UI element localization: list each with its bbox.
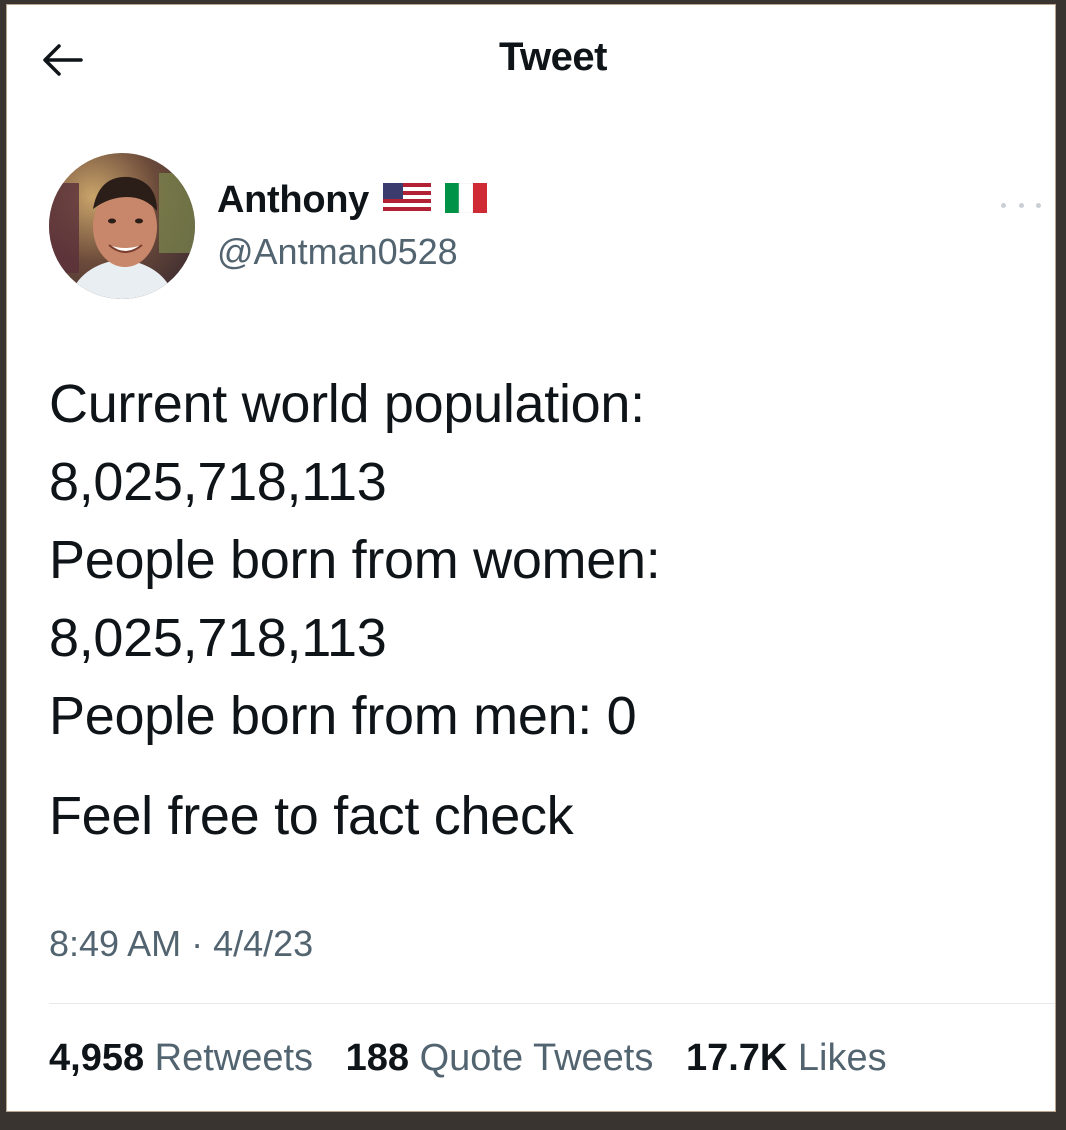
tweet-closing-line: Feel free to fact check bbox=[49, 786, 574, 846]
tweet-line: Current world population: bbox=[49, 374, 645, 434]
tweet-line: People born from women: bbox=[49, 530, 661, 590]
tweet-line: People born from men: 0 bbox=[49, 686, 637, 746]
tweet-timestamp[interactable]: 8:49 AM · 4/4/23 bbox=[49, 923, 313, 965]
more-options-button[interactable] bbox=[1001, 195, 1041, 215]
quote-tweets-label: Quote Tweets bbox=[419, 1037, 654, 1079]
photo-frame: Tweet Anthony @Antman0528 Current world … bbox=[0, 0, 1066, 1130]
retweets-label: Retweets bbox=[154, 1037, 314, 1079]
quote-tweets-stat[interactable]: 188 Quote Tweets bbox=[346, 1037, 654, 1080]
avatar[interactable] bbox=[49, 153, 195, 299]
tweet-screen: Tweet Anthony @Antman0528 Current world … bbox=[6, 4, 1056, 1112]
profile-photo bbox=[49, 153, 195, 299]
likes-stat[interactable]: 17.7K Likes bbox=[686, 1037, 887, 1080]
user-handle[interactable]: @Antman0528 bbox=[217, 231, 487, 273]
divider bbox=[49, 1003, 1055, 1004]
top-bar: Tweet bbox=[7, 5, 1055, 115]
quote-tweets-count: 188 bbox=[345, 1037, 410, 1079]
likes-count: 17.7K bbox=[685, 1037, 788, 1079]
more-dot-icon bbox=[1018, 202, 1024, 208]
more-dot-icon bbox=[1036, 202, 1041, 208]
display-name[interactable]: Anthony bbox=[217, 179, 369, 222]
tweet-body: Current world population: 8,025,718,113 … bbox=[49, 365, 1029, 855]
likes-label: Likes bbox=[797, 1037, 887, 1079]
display-name-row: Anthony bbox=[217, 175, 487, 225]
retweets-count: 4,958 bbox=[49, 1037, 145, 1079]
tweet-line: 8,025,718,113 bbox=[49, 452, 387, 512]
italy-flag-icon bbox=[444, 182, 487, 218]
more-dot-icon bbox=[1001, 202, 1006, 208]
author-block: Anthony @Antman0528 bbox=[217, 175, 487, 273]
retweets-stat[interactable]: 4,958 Retweets bbox=[49, 1037, 313, 1080]
page-title: Tweet bbox=[499, 35, 607, 79]
tweet-line: 8,025,718,113 bbox=[49, 608, 387, 668]
us-flag-icon bbox=[382, 182, 431, 218]
engagement-stats: 4,958 Retweets 188 Quote Tweets 17.7K Li… bbox=[49, 1037, 909, 1080]
